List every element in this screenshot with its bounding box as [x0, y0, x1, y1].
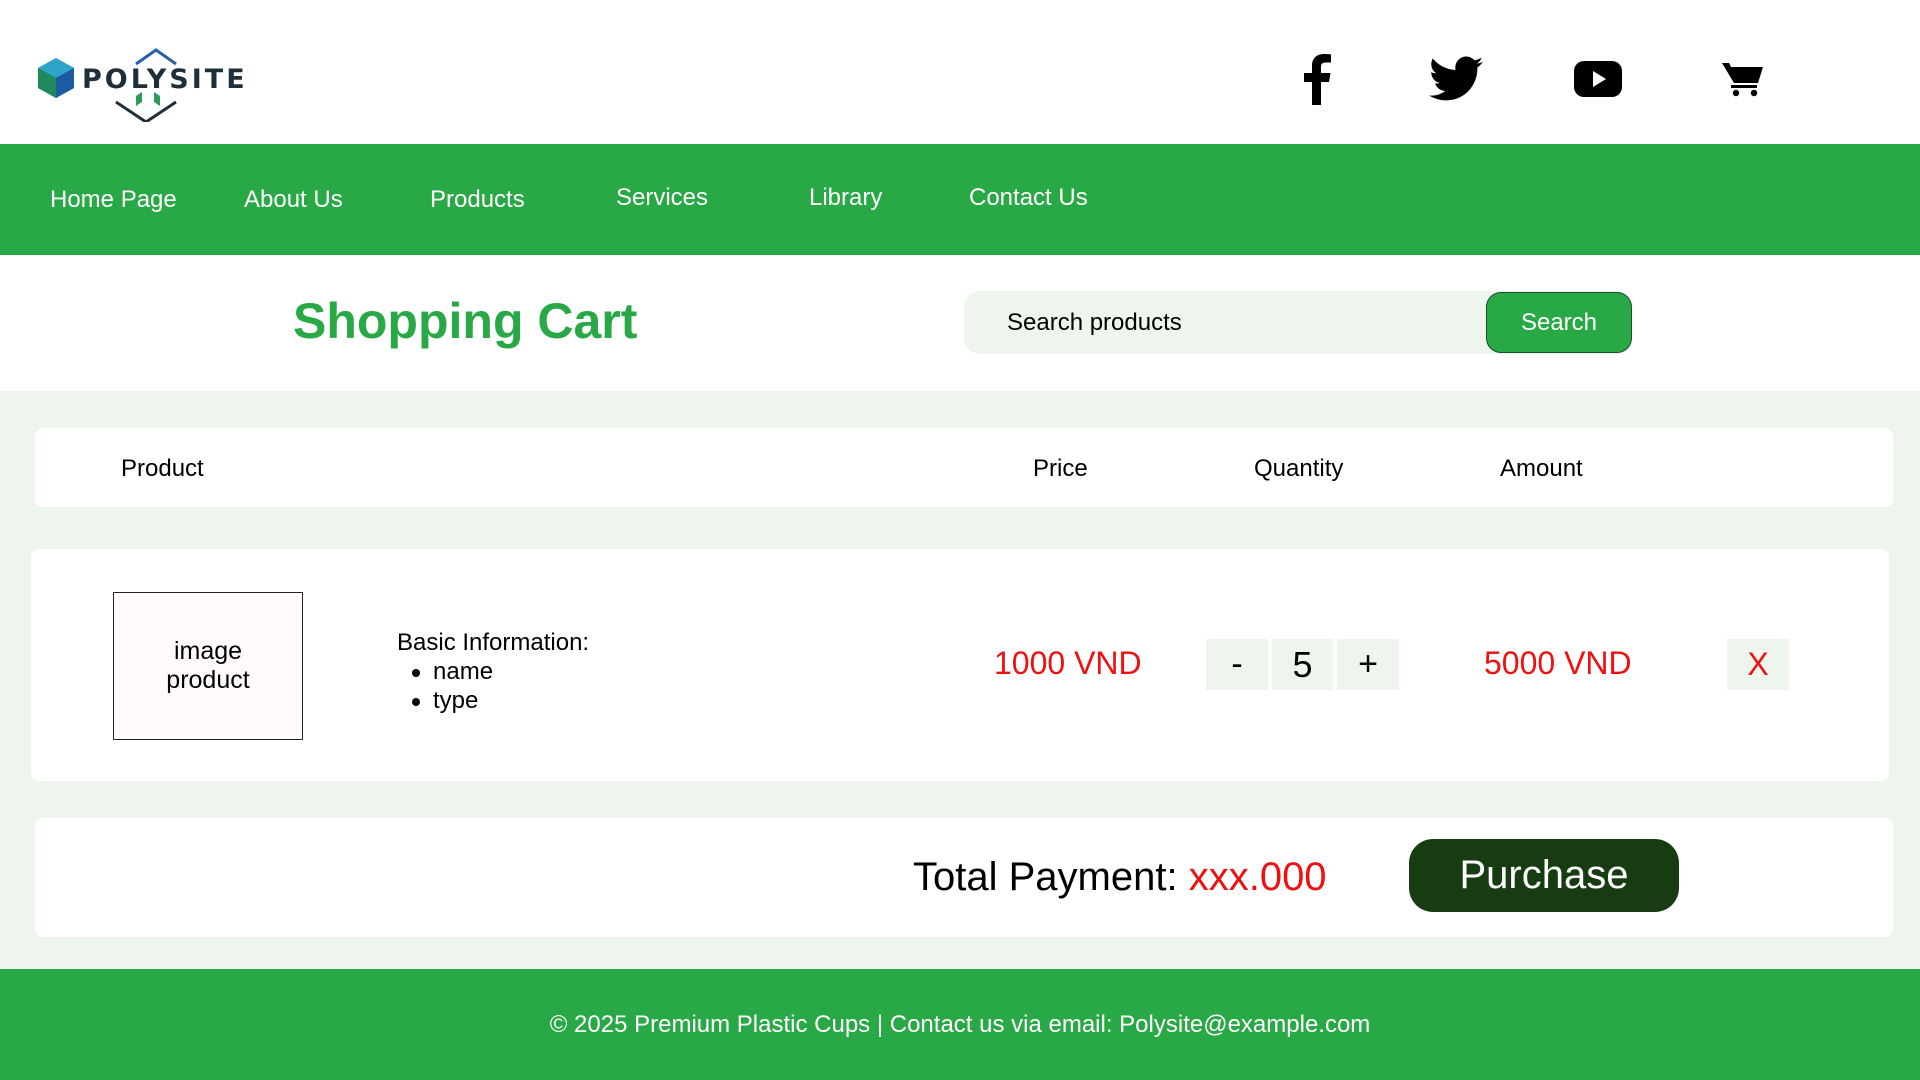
header-price: Price [1033, 455, 1088, 482]
twitter-icon [1429, 56, 1483, 101]
cart-item-row: image product Basic Information: name ty… [31, 549, 1889, 781]
nav-item-services[interactable]: Services [616, 184, 708, 212]
search-button[interactable]: Search [1486, 292, 1632, 353]
cart-section: Product Price Quantity Amount image prod… [0, 391, 1920, 969]
twitter-link[interactable] [1428, 50, 1484, 108]
page-title: Shopping Cart [293, 293, 638, 349]
cart-icon [1722, 63, 1763, 97]
info-list: name type [409, 657, 589, 715]
product-info: Basic Information: name type [397, 628, 589, 715]
header-quantity: Quantity [1254, 455, 1344, 482]
site-header: POLYSITE [0, 0, 1920, 144]
info-field-type: type [409, 686, 589, 715]
quantity-value[interactable]: 5 [1272, 639, 1333, 690]
header-product: Product [121, 455, 204, 482]
increment-button[interactable]: + [1337, 639, 1399, 690]
product-image-placeholder: image product [113, 592, 303, 740]
image-label-line1: image [173, 637, 243, 665]
youtube-link[interactable] [1572, 50, 1624, 108]
facebook-link[interactable] [1296, 50, 1338, 108]
search-input[interactable] [964, 291, 1484, 354]
nav-item-about[interactable]: About Us [244, 186, 343, 214]
footer-text: © 2025 Premium Plastic Cups | Contact us… [549, 1010, 1371, 1038]
image-label-line2: product [166, 666, 250, 694]
item-price: 1000 VND [994, 645, 1142, 681]
nav-item-products[interactable]: Products [430, 186, 525, 214]
info-title: Basic Information: [397, 629, 590, 656]
logo-text: POLYSITE [82, 64, 248, 95]
total-payment: Total Payment: xxx.000 [913, 855, 1327, 900]
site-footer: © 2025 Premium Plastic Cups | Contact us… [0, 969, 1920, 1080]
decrement-button[interactable]: - [1206, 639, 1268, 690]
nav-item-library[interactable]: Library [809, 184, 882, 212]
youtube-icon [1574, 61, 1622, 97]
polysite-logo[interactable]: POLYSITE [36, 42, 245, 122]
cart-table-header: Product Price Quantity Amount [35, 428, 1893, 507]
total-value: xxx.000 [1188, 855, 1327, 899]
item-amount: 5000 VND [1484, 645, 1632, 681]
facebook-icon [1304, 54, 1331, 105]
cart-link[interactable] [1720, 50, 1766, 108]
nav-item-home[interactable]: Home Page [50, 186, 177, 214]
purchase-button[interactable]: Purchase [1409, 839, 1679, 912]
main-nav: Home Page About Us Products Services Lib… [0, 144, 1920, 255]
header-amount: Amount [1500, 455, 1583, 482]
total-label: Total Payment: [913, 855, 1178, 899]
search-bar: Search [964, 291, 1632, 354]
total-summary: Total Payment: xxx.000 Purchase [35, 818, 1893, 937]
nav-item-contact[interactable]: Contact Us [969, 184, 1088, 212]
remove-item-button[interactable]: X [1727, 639, 1789, 690]
info-field-name: name [409, 657, 589, 686]
